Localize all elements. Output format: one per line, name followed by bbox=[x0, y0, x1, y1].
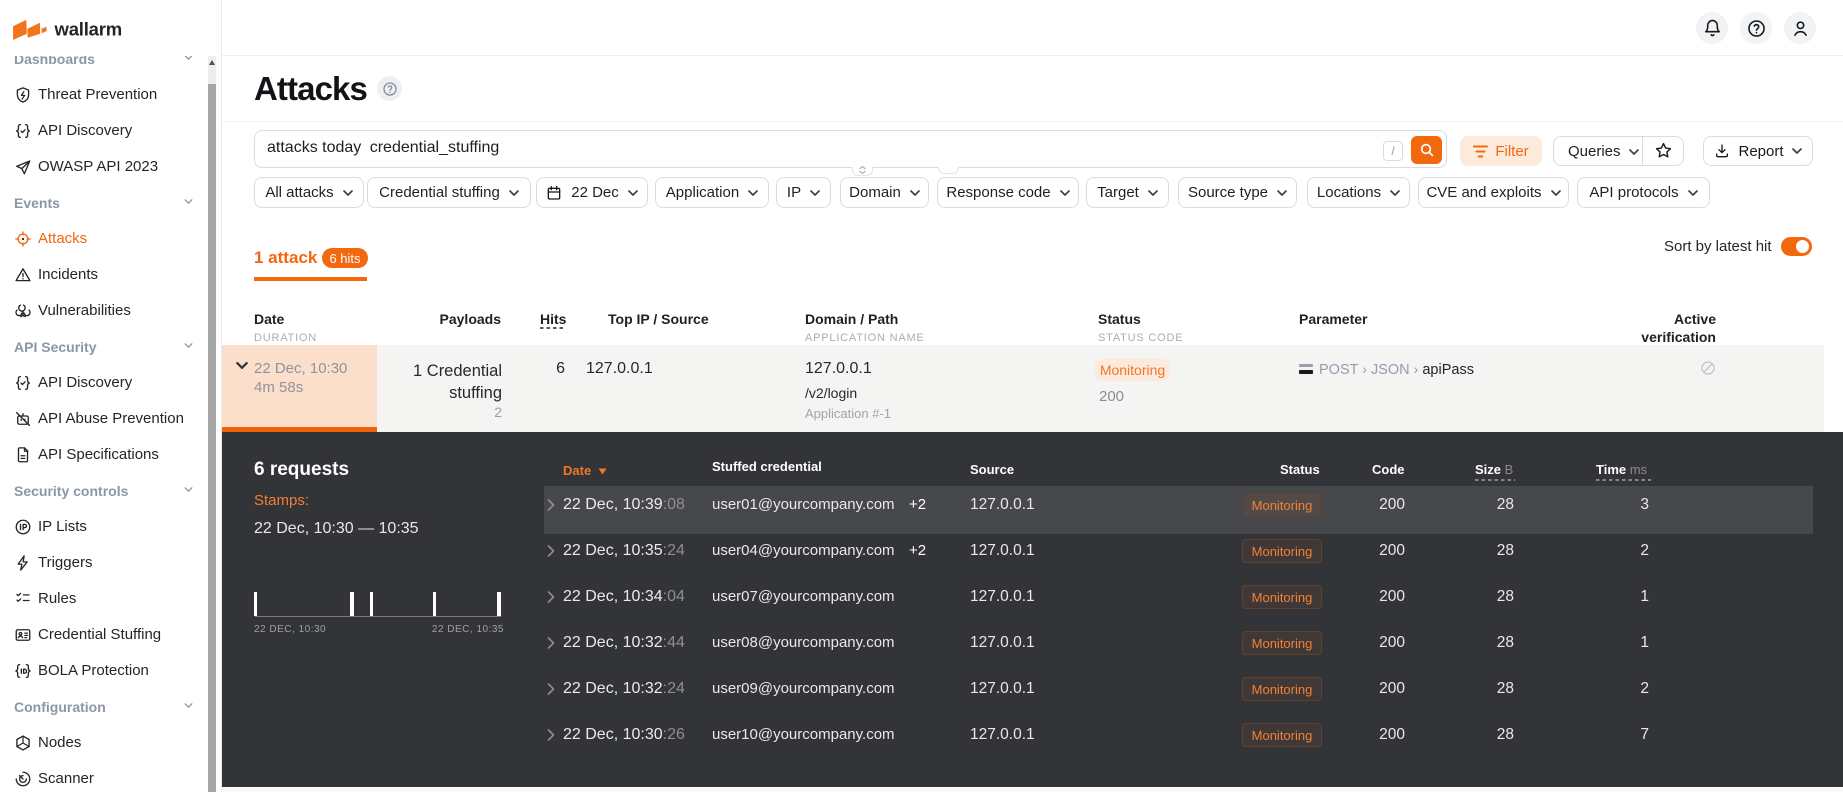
svg-text:wallarm: wallarm bbox=[54, 19, 123, 40]
